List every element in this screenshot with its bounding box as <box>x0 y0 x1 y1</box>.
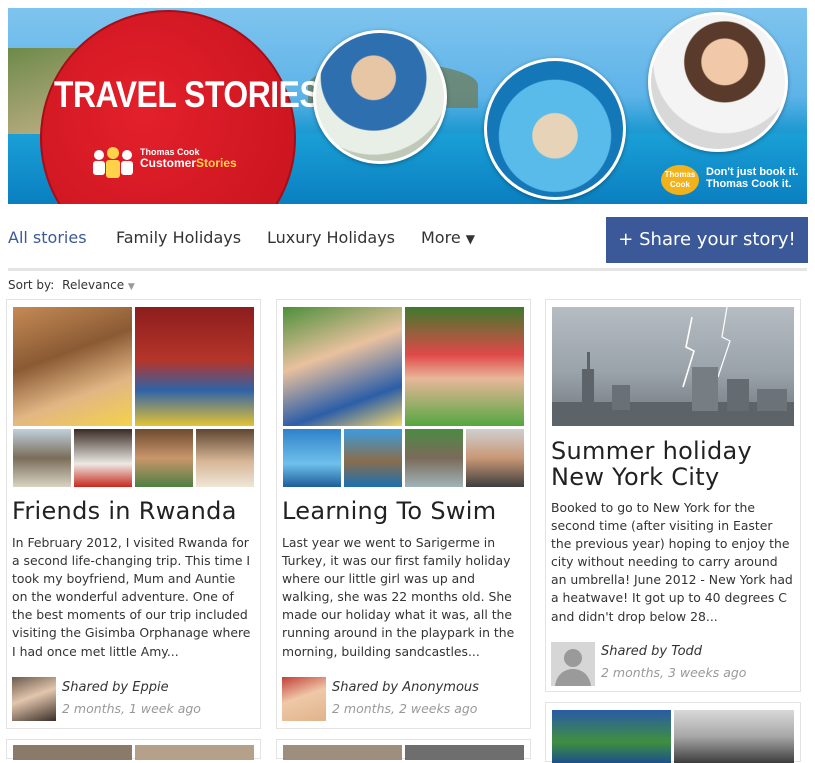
caret-down-icon: ▼ <box>465 232 475 246</box>
couple-map-photo <box>313 30 447 164</box>
story-photo <box>405 745 524 760</box>
story-card-partial[interactable] <box>6 739 261 760</box>
story-photo <box>135 307 254 426</box>
nav-more-dropdown[interactable]: More ▼ <box>421 228 475 247</box>
nav-divider <box>8 268 807 271</box>
customer-stories-brand: Thomas Cook CustomerStories <box>140 147 237 171</box>
story-excerpt: In February 2012, I visited Rwanda for a… <box>12 535 251 659</box>
caret-down-icon: ▼ <box>127 282 135 292</box>
user-silhouette-icon <box>555 649 591 686</box>
story-photo <box>552 710 671 763</box>
timestamp: 2 months, 2 weeks ago <box>332 701 478 716</box>
story-photo <box>674 710 794 763</box>
story-card-friends-in-rwanda[interactable]: Friends in Rwanda In February 2012, I vi… <box>6 299 261 729</box>
story-photo <box>74 429 132 487</box>
nav-all-stories[interactable]: All stories <box>8 228 87 247</box>
shared-by: Shared by Anonymous <box>332 680 479 695</box>
story-photo <box>13 429 71 487</box>
thomas-cook-slogan: Don't just book it. Thomas Cook it. <box>706 166 799 190</box>
travel-stories-banner: TRAVEL STORIES Thomas Cook CustomerStori… <box>8 8 807 204</box>
story-photo <box>283 307 402 426</box>
story-photo <box>283 429 341 487</box>
snorkel-diver-photo <box>484 58 626 200</box>
customer-people-icon <box>93 147 133 178</box>
story-photo <box>135 745 254 760</box>
city-skyline-graphic <box>552 307 794 426</box>
story-photo <box>344 429 402 487</box>
nav-luxury-holidays[interactable]: Luxury Holidays <box>267 228 395 247</box>
story-title[interactable]: Friends in Rwanda <box>12 498 252 524</box>
story-photo <box>283 745 402 760</box>
story-photo <box>13 745 132 760</box>
story-title[interactable]: Learning To Swim <box>282 498 522 524</box>
story-photo <box>13 307 132 426</box>
story-card-partial[interactable] <box>545 702 801 763</box>
story-photo <box>135 429 193 487</box>
woman-laptop-photo <box>648 12 788 152</box>
share-your-story-button[interactable]: + Share your story! <box>606 217 808 263</box>
timestamp: 2 months, 1 week ago <box>62 701 201 716</box>
banner-title: TRAVEL STORIES <box>54 74 321 115</box>
sort-select[interactable]: Relevance ▼ <box>62 278 135 292</box>
story-photo <box>196 429 254 487</box>
avatar <box>282 677 326 721</box>
story-card-summer-holiday-new-york[interactable]: Summer holiday New York City Booked to go… <box>545 299 801 692</box>
timestamp: 2 months, 3 weeks ago <box>601 665 747 680</box>
story-card-learning-to-swim[interactable]: Learning To Swim Last year we went to Sa… <box>276 299 531 729</box>
shared-by: Shared by Eppie <box>62 680 169 695</box>
story-excerpt: Booked to go to New York for the second … <box>551 500 793 624</box>
story-title[interactable]: Summer holiday New York City <box>551 438 791 490</box>
thomas-cook-logo: Thomas Cook <box>661 165 699 195</box>
story-photo <box>405 307 524 426</box>
default-user-avatar <box>551 642 595 686</box>
story-excerpt: Last year we went to Sarigerme in Turkey… <box>282 535 515 659</box>
shared-by: Shared by Todd <box>601 644 703 659</box>
avatar <box>12 677 56 721</box>
sort-label: Sort by: <box>8 278 55 292</box>
story-category-nav: All stories Family Holidays Luxury Holid… <box>8 216 808 264</box>
story-photo <box>552 307 794 426</box>
story-photo <box>405 429 463 487</box>
nav-family-holidays[interactable]: Family Holidays <box>116 228 241 247</box>
story-photo <box>466 429 524 487</box>
story-card-partial[interactable] <box>276 739 531 760</box>
plus-icon: + <box>618 229 634 250</box>
sort-bar: Sort by: Relevance ▼ <box>8 278 135 292</box>
